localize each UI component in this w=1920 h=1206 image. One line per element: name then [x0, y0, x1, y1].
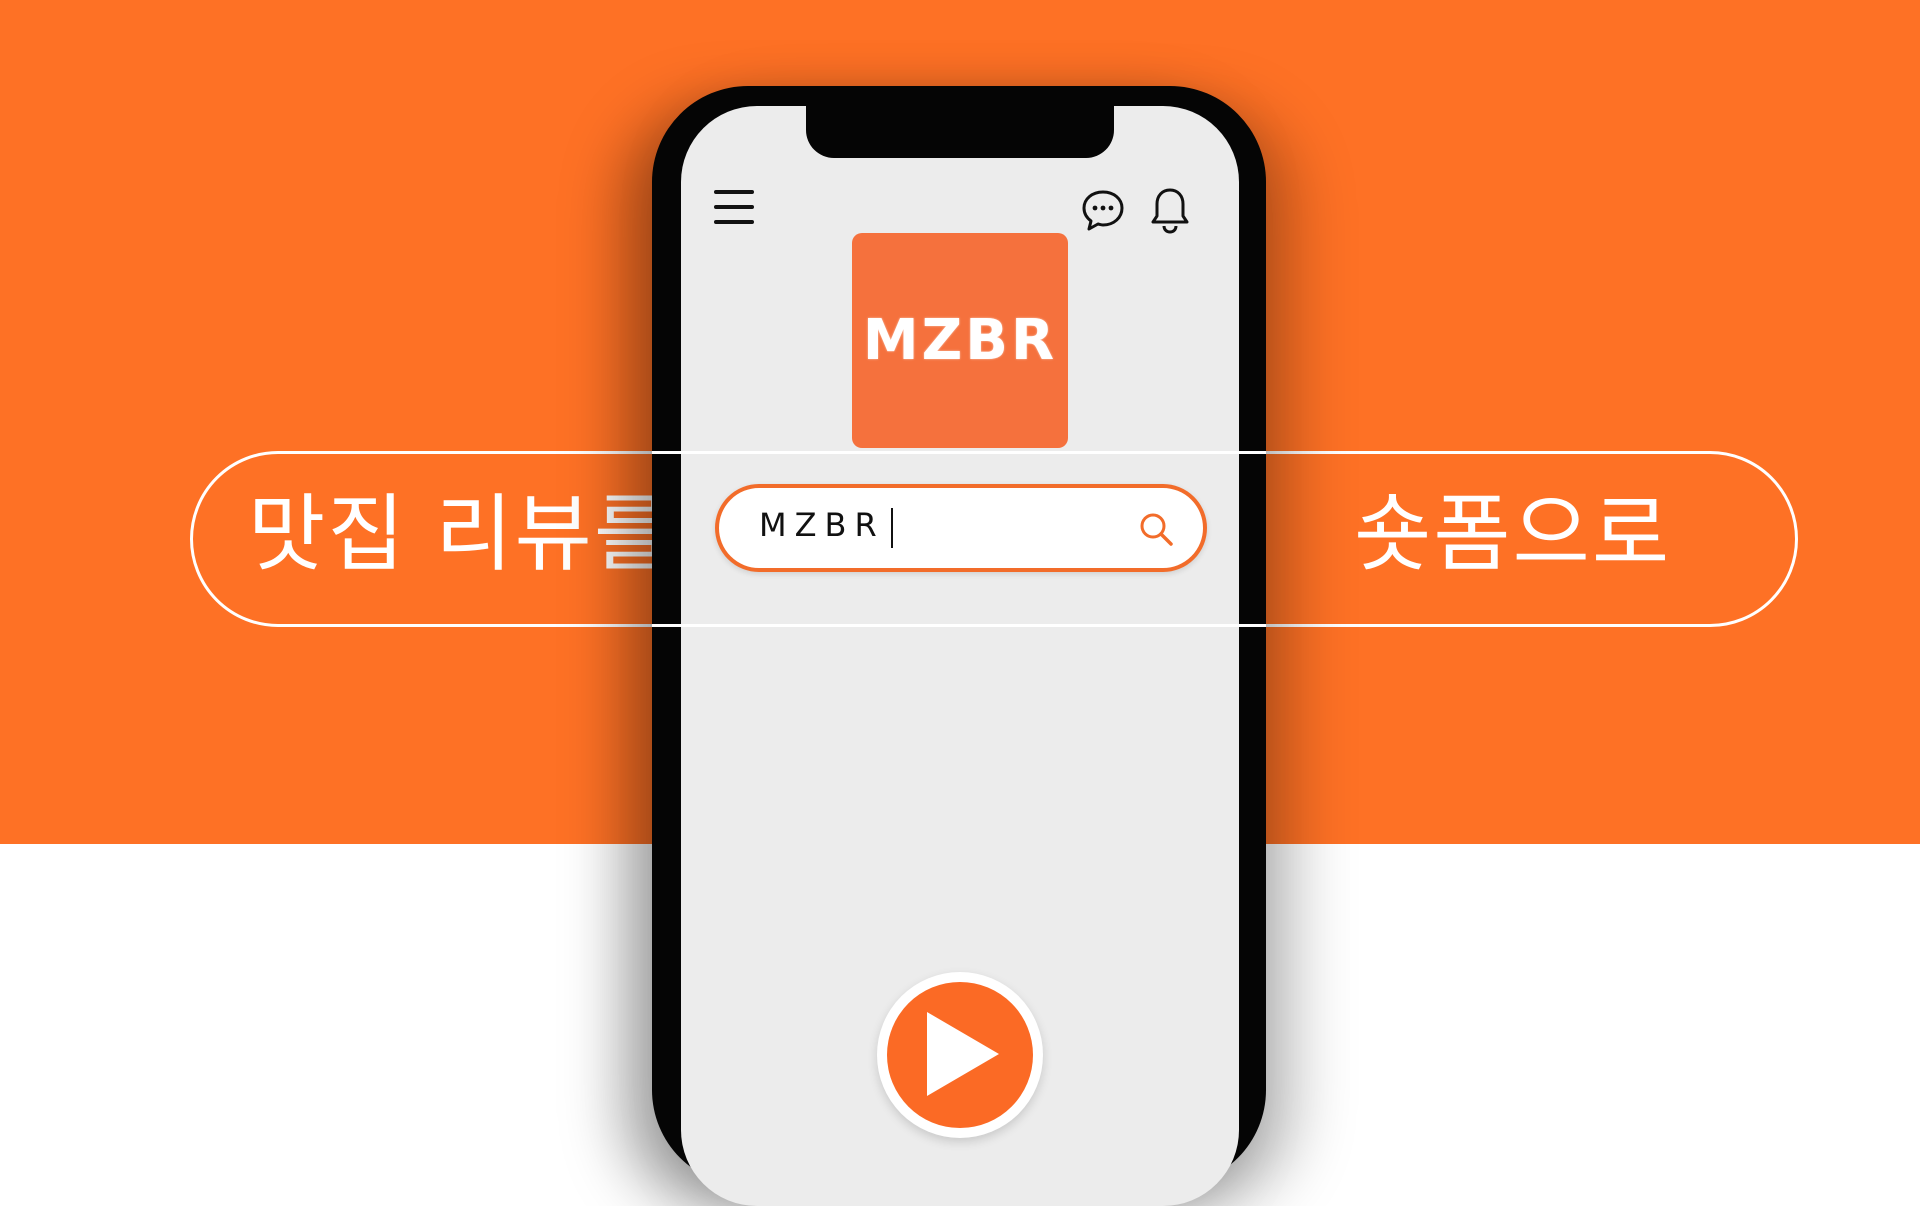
- phone-notch: [806, 96, 1114, 158]
- text-caret: [891, 508, 893, 548]
- banner-line-top: [652, 451, 1266, 454]
- app-logo: MZBR: [852, 233, 1068, 448]
- banner-left-text: 맛집 리뷰를: [248, 485, 674, 583]
- hamburger-menu-icon[interactable]: [714, 190, 756, 230]
- chat-bubble-icon[interactable]: [1080, 188, 1126, 234]
- search-icon[interactable]: [1137, 510, 1177, 550]
- search-input[interactable]: MZBR: [715, 484, 1207, 572]
- logo-text: MZBR: [862, 308, 1058, 373]
- banner-line-bottom: [652, 624, 1266, 627]
- bell-icon[interactable]: [1148, 186, 1192, 236]
- search-value: MZBR: [759, 506, 885, 544]
- play-icon: [927, 1012, 999, 1096]
- banner-right-text: 숏폼으로: [1354, 485, 1672, 583]
